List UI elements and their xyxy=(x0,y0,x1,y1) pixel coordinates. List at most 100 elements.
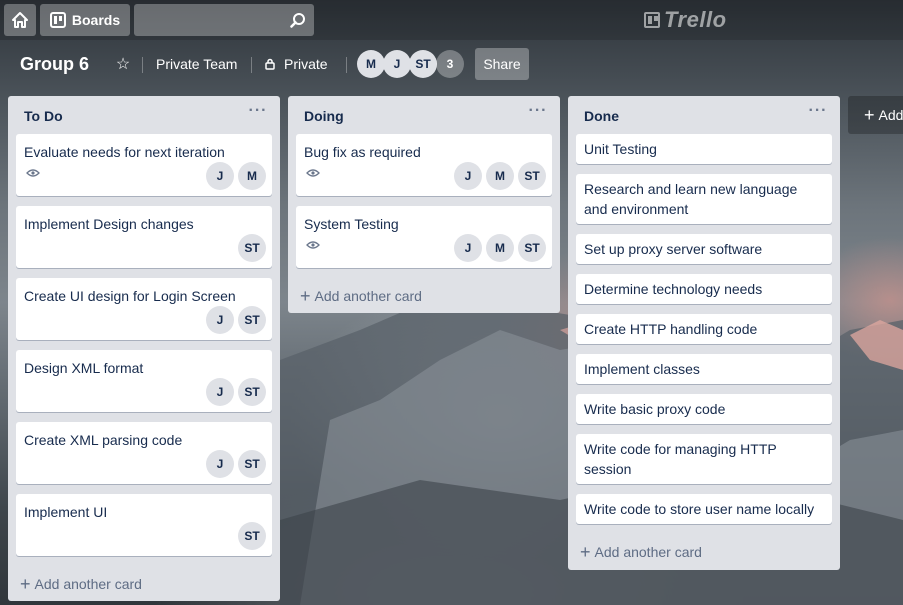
card[interactable]: Evaluate needs for next iteration J M xyxy=(16,134,272,196)
home-button[interactable] xyxy=(4,4,36,36)
member-avatar[interactable]: M xyxy=(238,162,266,190)
plus-icon: + xyxy=(864,104,875,125)
member-avatar[interactable]: ST xyxy=(238,450,266,478)
more-icon[interactable]: ··· xyxy=(526,103,550,124)
card-title: Write code for managing HTTP session xyxy=(584,441,777,477)
more-icon[interactable]: ··· xyxy=(806,103,830,124)
top-nav: Boards Trello xyxy=(0,0,903,40)
card-title: Set up proxy server software xyxy=(584,241,763,257)
trello-logo-text: Trello xyxy=(664,7,727,32)
plus-icon: + xyxy=(580,542,591,562)
search-icon xyxy=(290,13,305,28)
list-header: Done ··· xyxy=(568,96,840,134)
lock-icon xyxy=(265,58,275,70)
add-card-label: Add another card xyxy=(314,288,422,304)
card[interactable]: Research and learn new language and envi… xyxy=(576,174,832,224)
card-title: Create UI design for Login Screen xyxy=(24,288,236,304)
trello-logo[interactable]: Trello xyxy=(644,7,727,32)
card-title: Unit Testing xyxy=(584,141,657,157)
member-avatar[interactable]: J xyxy=(454,234,482,262)
card-title: Implement UI xyxy=(24,504,108,520)
add-list-label: Add xyxy=(878,107,903,123)
card[interactable]: Design XML format J ST xyxy=(16,350,272,412)
card-title: Write basic proxy code xyxy=(584,401,726,417)
list-header: Doing ··· xyxy=(288,96,560,134)
extra-members-count[interactable]: 3 xyxy=(436,50,464,78)
card[interactable]: Create UI design for Login Screen J ST xyxy=(16,278,272,340)
member-avatar[interactable]: ST xyxy=(409,50,437,78)
member-avatar[interactable]: ST xyxy=(238,522,266,550)
team-button[interactable]: Private Team xyxy=(150,49,243,79)
card[interactable]: Write basic proxy code xyxy=(576,394,832,424)
home-icon xyxy=(12,12,28,28)
more-icon[interactable]: ··· xyxy=(246,103,270,124)
boards-button[interactable]: Boards xyxy=(40,4,130,36)
plus-icon: + xyxy=(300,286,311,306)
card[interactable]: Create HTTP handling code xyxy=(576,314,832,344)
list-doing: Doing ··· Bug fix as required J M ST Sys… xyxy=(288,96,560,313)
card-title: Write code to store user name locally xyxy=(584,501,815,517)
list-title[interactable]: To Do xyxy=(24,108,63,124)
add-card-button[interactable]: + Add another card xyxy=(20,574,142,594)
card[interactable]: Create XML parsing code J ST xyxy=(16,422,272,484)
add-card-label: Add another card xyxy=(34,576,142,592)
member-avatar[interactable]: ST xyxy=(518,234,546,262)
card-title: Implement Design changes xyxy=(24,216,194,232)
divider xyxy=(251,57,252,73)
divider xyxy=(346,57,347,73)
card[interactable]: Write code to store user name locally xyxy=(576,494,832,524)
member-avatar[interactable]: ST xyxy=(518,162,546,190)
card[interactable]: Implement UI ST xyxy=(16,494,272,556)
card-title: Design XML format xyxy=(24,360,144,376)
member-avatar[interactable]: ST xyxy=(238,234,266,262)
divider xyxy=(142,57,143,73)
member-avatar[interactable]: M xyxy=(486,234,514,262)
card-title: Implement classes xyxy=(584,361,700,377)
list-title[interactable]: Done xyxy=(584,108,619,124)
board-header: Group 6 ☆ Private Team Private M J ST 3 … xyxy=(0,44,903,84)
card[interactable]: Determine technology needs xyxy=(576,274,832,304)
card[interactable]: Unit Testing xyxy=(576,134,832,164)
plus-icon: + xyxy=(20,574,31,594)
member-avatar[interactable]: J xyxy=(206,306,234,334)
trello-logo-icon xyxy=(644,12,660,28)
member-avatar[interactable]: ST xyxy=(238,306,266,334)
member-avatar[interactable]: J xyxy=(206,450,234,478)
boards-label: Boards xyxy=(71,12,121,28)
visibility-button[interactable]: Private xyxy=(258,49,334,79)
star-button[interactable]: ☆ xyxy=(110,49,136,79)
eye-icon xyxy=(306,241,320,249)
member-avatar[interactable]: J xyxy=(383,50,411,78)
member-avatar[interactable]: M xyxy=(486,162,514,190)
member-avatar[interactable]: J xyxy=(206,162,234,190)
list-header: To Do ··· xyxy=(8,96,280,134)
boards-icon xyxy=(49,12,66,28)
card-title: Bug fix as required xyxy=(304,144,421,160)
card[interactable]: Set up proxy server software xyxy=(576,234,832,264)
list-title[interactable]: Doing xyxy=(304,108,344,124)
member-avatar[interactable]: M xyxy=(357,50,385,78)
card[interactable]: Implement Design changes ST xyxy=(16,206,272,268)
card-title: Determine technology needs xyxy=(584,281,763,297)
add-card-label: Add another card xyxy=(594,544,702,560)
card[interactable]: Bug fix as required J M ST xyxy=(296,134,552,196)
search-input[interactable] xyxy=(134,4,314,36)
card-title: Research and learn new language and envi… xyxy=(584,181,798,217)
list-done: Done ··· Unit Testing Research and learn… xyxy=(568,96,840,570)
card[interactable]: System Testing J M ST xyxy=(296,206,552,268)
list-to-do: To Do ··· Evaluate needs for next iterat… xyxy=(8,96,280,601)
member-avatar[interactable]: J xyxy=(206,378,234,406)
board-title[interactable]: Group 6 xyxy=(20,54,89,75)
card-title: Evaluate needs for next iteration xyxy=(24,144,225,160)
card-title: Create XML parsing code xyxy=(24,432,183,448)
add-card-button[interactable]: + Add another card xyxy=(580,542,702,562)
card-title: System Testing xyxy=(304,216,399,232)
member-avatar[interactable]: J xyxy=(454,162,482,190)
add-list-button[interactable]: + Add xyxy=(848,96,903,134)
card-title: Create HTTP handling code xyxy=(584,321,758,337)
add-card-button[interactable]: + Add another card xyxy=(300,286,422,306)
card[interactable]: Implement classes xyxy=(576,354,832,384)
card[interactable]: Write code for managing HTTP session xyxy=(576,434,832,484)
member-avatar[interactable]: ST xyxy=(238,378,266,406)
share-button[interactable]: Share xyxy=(475,48,529,80)
